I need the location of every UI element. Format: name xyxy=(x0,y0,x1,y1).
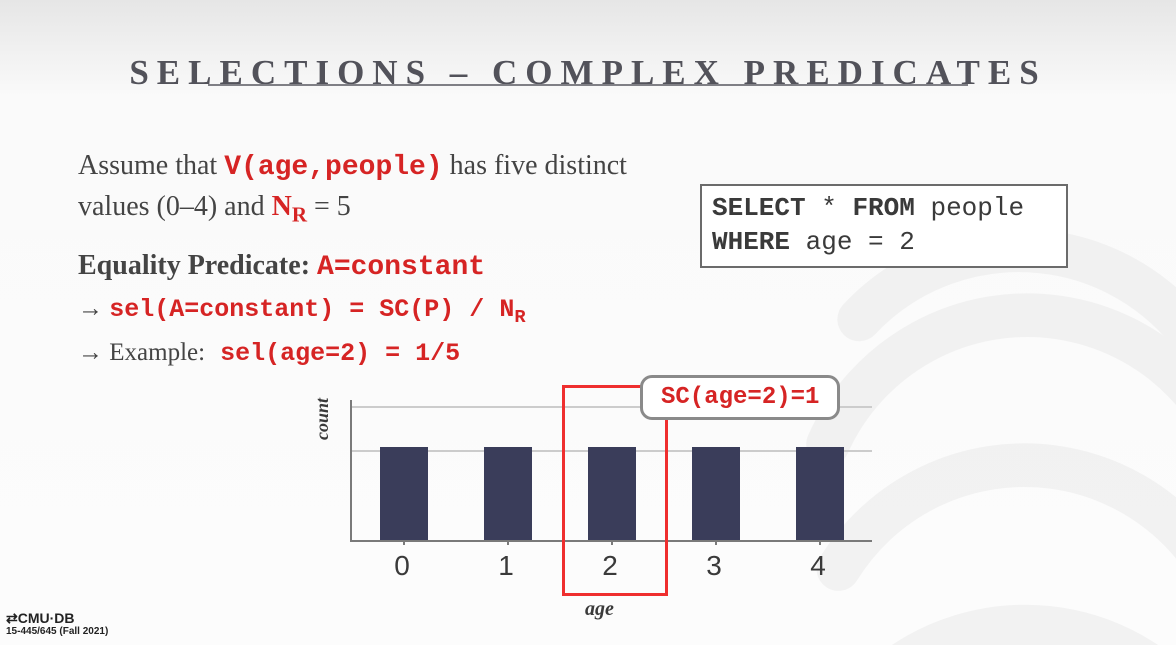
assume-pre: Assume that xyxy=(78,150,224,181)
section-code: A=constant xyxy=(317,252,485,283)
sql-kw-where: WHERE xyxy=(712,227,790,257)
bar xyxy=(588,447,636,540)
bar xyxy=(796,447,844,540)
x-tick xyxy=(611,540,613,545)
x-tick-label: 2 xyxy=(586,550,634,582)
callout-box: SC(age=2)=1 xyxy=(640,375,840,420)
plot-area xyxy=(350,400,872,542)
nr-symbol: NR xyxy=(272,191,307,222)
x-axis-label: age xyxy=(585,598,614,621)
example-code: sel(age=2) = 1/5 xyxy=(205,339,460,368)
formula-line: → sel(A=constant) = SC(P) / NR xyxy=(78,291,638,330)
section-head: Equality Predicate: A=constant xyxy=(78,246,638,287)
title-underline xyxy=(208,84,968,86)
x-tick-label: 0 xyxy=(378,550,426,582)
sql-kw-from: FROM xyxy=(852,193,914,223)
x-tick-label: 4 xyxy=(794,550,842,582)
sql-line-2: WHERE age = 2 xyxy=(712,226,1056,260)
x-tick-label: 3 xyxy=(690,550,738,582)
sql-star: * xyxy=(806,193,853,223)
body-text: Assume that V(age,people) has five disti… xyxy=(78,146,638,371)
nr-eq: = 5 xyxy=(307,191,351,222)
x-tick xyxy=(819,540,821,545)
example-label: Example: xyxy=(109,339,205,366)
sql-cond: age = 2 xyxy=(790,227,915,257)
page-title: SELECTIONS – COMPLEX PREDICATES xyxy=(0,53,1176,93)
y-axis-label: count xyxy=(312,398,333,440)
bar xyxy=(692,447,740,540)
bar xyxy=(484,447,532,540)
sql-box: SELECT * FROM people WHERE age = 2 xyxy=(700,184,1068,268)
arrow-icon: → xyxy=(78,339,109,366)
section-label: Equality Predicate xyxy=(78,250,301,281)
example-line: → Example: sel(age=2) = 1/5 xyxy=(78,335,638,371)
bar xyxy=(380,447,428,540)
slide: { "title": "SELECTIONS – COMPLEX PREDICA… xyxy=(0,0,1176,645)
sql-line-1: SELECT * FROM people xyxy=(712,192,1056,226)
footer-course: 15-445/645 (Fall 2021) xyxy=(6,626,108,637)
x-tick xyxy=(507,540,509,545)
v-function: V(age,people) xyxy=(224,152,442,183)
assumption-line: Assume that V(age,people) has five disti… xyxy=(78,146,638,230)
sql-table: people xyxy=(915,193,1024,223)
chart: count age SC(age=2)=1 01234 xyxy=(330,400,900,610)
sql-kw-select: SELECT xyxy=(712,193,806,223)
x-tick xyxy=(403,540,405,545)
x-tick-label: 1 xyxy=(482,550,530,582)
footer: ⇄CMU·DB 15-445/645 (Fall 2021) xyxy=(6,611,108,637)
formula: sel(A=constant) = SC(P) / NR xyxy=(109,295,525,324)
footer-brand: ⇄CMU·DB xyxy=(6,611,108,626)
arrow-icon: → xyxy=(78,295,109,322)
x-tick xyxy=(715,540,717,545)
